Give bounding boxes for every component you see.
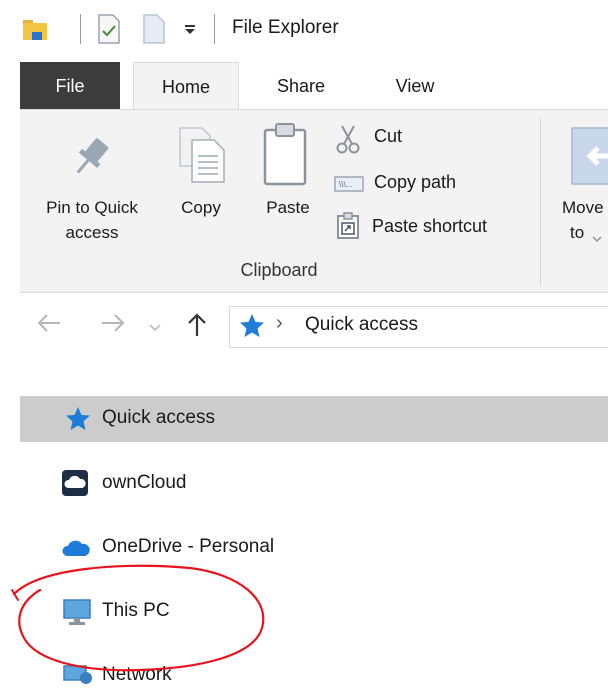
title-separator xyxy=(80,14,81,44)
paste-label: Paste xyxy=(266,198,310,217)
quick-access-star-icon xyxy=(64,405,92,438)
owncloud-icon xyxy=(62,470,88,501)
copy-path-label: Copy path xyxy=(374,172,457,192)
address-separator: › xyxy=(276,312,283,334)
back-arrow-icon[interactable] xyxy=(36,312,62,340)
address-location[interactable]: Quick access xyxy=(305,314,418,336)
nav-item-label: ownCloud xyxy=(102,472,187,493)
properties-icon[interactable] xyxy=(97,14,121,49)
clipboard-icon xyxy=(262,122,308,191)
move-to-button[interactable]: Move to xyxy=(550,124,608,252)
copy-icon xyxy=(178,126,226,189)
pin-icon xyxy=(68,134,112,187)
cut-button[interactable]: Cut xyxy=(334,122,434,156)
pin-label-line1: Pin to Quick xyxy=(46,198,138,217)
copy-path-button[interactable]: \\\... Copy path xyxy=(334,168,494,202)
pin-to-quick-access-button[interactable]: Pin to Quick access xyxy=(22,124,162,252)
move-to-dropdown-icon xyxy=(592,230,602,248)
folder-icon xyxy=(22,16,48,47)
clipboard-group-label: Clipboard xyxy=(240,260,318,280)
tab-share[interactable]: Share xyxy=(258,62,344,110)
ribbon-group-separator xyxy=(540,118,541,286)
tab-file[interactable]: File xyxy=(20,62,120,110)
paste-button[interactable]: Paste xyxy=(250,120,326,234)
paste-shortcut-label: Paste shortcut xyxy=(372,216,488,236)
tab-home[interactable]: Home xyxy=(133,62,239,111)
new-folder-icon[interactable] xyxy=(143,14,165,49)
paste-shortcut-button[interactable]: Paste shortcut xyxy=(334,210,534,244)
quick-access-toolbar-dropdown-icon[interactable] xyxy=(183,22,197,41)
address-star-icon xyxy=(238,312,266,345)
copy-path-icon: \\\... xyxy=(334,176,364,197)
svg-text:\\\...: \\\... xyxy=(339,180,352,189)
pin-label-line2: access xyxy=(65,223,119,242)
recent-locations-chevron-icon[interactable] xyxy=(148,320,162,338)
up-arrow-icon[interactable] xyxy=(186,312,208,343)
title-separator-2 xyxy=(214,14,215,44)
cut-label: Cut xyxy=(374,126,403,146)
paste-shortcut-icon xyxy=(336,212,360,245)
move-to-label-line1: Move xyxy=(562,198,604,217)
nav-item-label: Quick access xyxy=(102,407,215,428)
copy-label: Copy xyxy=(181,198,221,217)
address-bar[interactable] xyxy=(229,306,608,348)
copy-button[interactable]: Copy xyxy=(166,124,236,234)
move-to-icon xyxy=(570,126,608,191)
move-to-label-line2: to xyxy=(570,223,585,242)
nav-item-label: OneDrive - Personal xyxy=(102,536,275,557)
tab-view[interactable]: View xyxy=(380,62,450,110)
scissors-icon xyxy=(334,124,362,159)
window-title: File Explorer xyxy=(232,17,339,38)
forward-arrow-icon[interactable] xyxy=(100,312,126,340)
red-annotation-circle xyxy=(0,560,300,686)
